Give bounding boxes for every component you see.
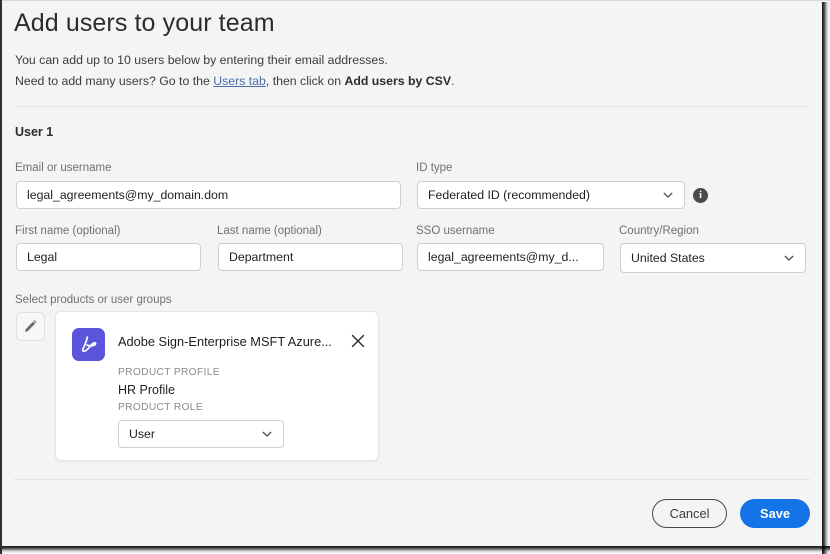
product-profile-value: HR Profile (118, 383, 175, 397)
id-type-label: ID type (416, 162, 453, 174)
window-bottom-shadow (2, 546, 830, 554)
intro-text-line-2: Need to add many users? Go to the Users … (15, 74, 455, 88)
adobe-a-glyph (81, 335, 96, 352)
email-input[interactable] (16, 181, 401, 209)
add-users-by-csv-text: Add users by CSV (344, 74, 452, 88)
window-right-shadow (822, 2, 830, 554)
add-users-page: Add users to your team You can add up to… (2, 1, 822, 546)
id-type-selected-value: Federated ID (recommended) (428, 188, 590, 202)
product-name: Adobe Sign-Enterprise MSFT Azure... (118, 334, 332, 349)
window-left-edge (0, 0, 2, 554)
dialog-window: Add users to your team You can add up to… (0, 0, 830, 554)
page-title: Add users to your team (14, 9, 275, 37)
sso-username-input[interactable] (417, 243, 604, 271)
cancel-button[interactable]: Cancel (652, 499, 727, 528)
email-label: Email or username (15, 162, 112, 174)
intro-text-suffix: . (451, 74, 455, 88)
footer-divider (14, 479, 810, 480)
pencil-icon (25, 320, 37, 332)
intro-text-middle: , then click on (265, 74, 345, 88)
last-name-input[interactable] (218, 243, 403, 271)
users-tab-link[interactable]: Users tab (213, 74, 266, 88)
intro-text-prefix: Need to add many users? Go to the (15, 74, 214, 88)
save-button[interactable]: Save (740, 499, 810, 528)
window-top-edge (0, 0, 830, 1)
product-role-select[interactable]: User (118, 420, 284, 448)
country-select[interactable]: United States (620, 243, 806, 273)
intro-text-line-1: You can add up to 10 users below by ente… (15, 53, 388, 67)
select-products-label: Select products or user groups (15, 294, 172, 306)
user-section-heading: User 1 (15, 125, 54, 139)
first-name-label: First name (optional) (15, 225, 121, 237)
country-selected-value: United States (631, 251, 705, 265)
header-divider (14, 106, 810, 107)
product-card: Adobe Sign-Enterprise MSFT Azure... PROD… (55, 311, 379, 461)
adobe-sign-product-icon (72, 328, 105, 361)
first-name-input[interactable] (16, 243, 201, 271)
country-label: Country/Region (619, 225, 699, 237)
close-icon[interactable] (349, 332, 367, 350)
product-profile-caption: PRODUCT PROFILE (118, 367, 220, 378)
chevron-down-icon (262, 431, 272, 437)
product-role-caption: PRODUCT ROLE (118, 402, 203, 413)
product-role-selected-value: User (129, 427, 155, 441)
chevron-down-icon (784, 255, 794, 261)
id-type-info-icon[interactable]: i (693, 188, 708, 203)
chevron-down-icon (663, 192, 673, 198)
last-name-label: Last name (optional) (217, 225, 322, 237)
edit-products-button[interactable] (16, 312, 45, 341)
sso-username-label: SSO username (416, 225, 495, 237)
id-type-select[interactable]: Federated ID (recommended) (417, 181, 685, 209)
